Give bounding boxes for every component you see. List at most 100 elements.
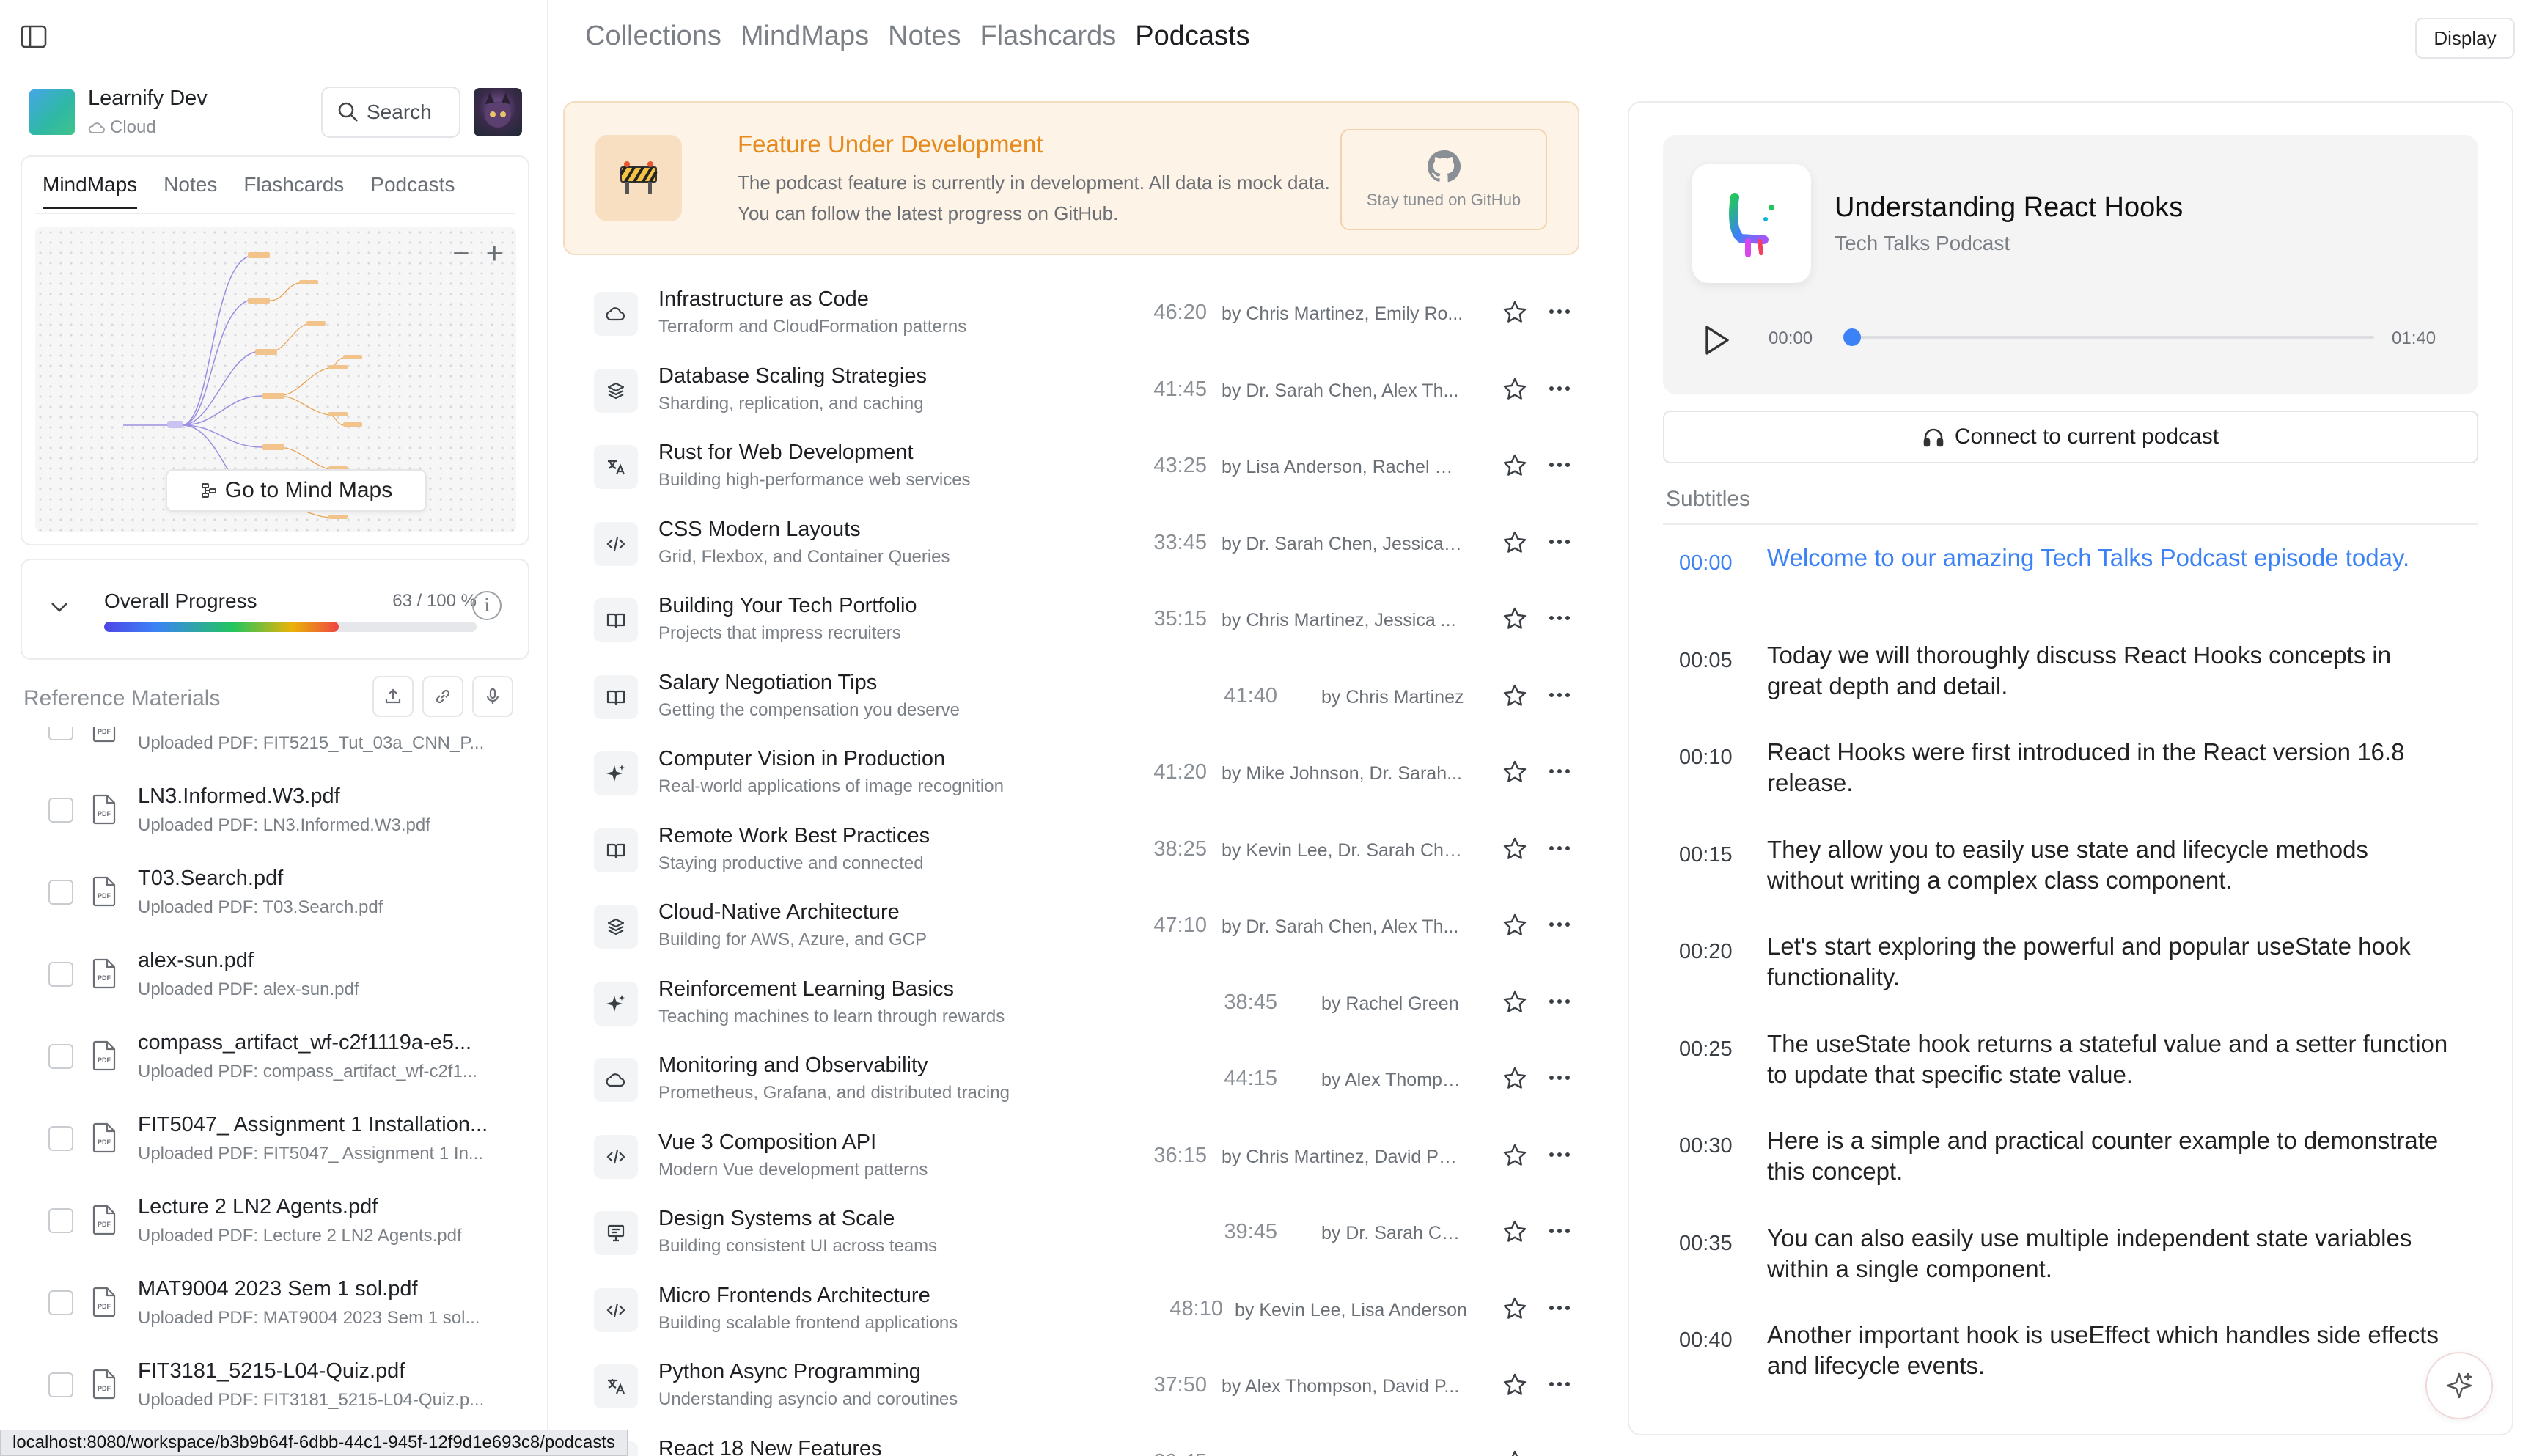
star-icon[interactable] <box>1502 912 1528 938</box>
star-icon[interactable] <box>1502 989 1528 1015</box>
workspace-switcher[interactable]: Learnify Dev Cloud <box>29 87 308 145</box>
github-button[interactable]: Stay tuned on GitHub <box>1340 129 1547 230</box>
podcast-title: Salary Negotiation Tips <box>658 670 878 694</box>
sidebar-tab-flashcards[interactable]: Flashcards <box>243 173 344 209</box>
podcast-row[interactable]: Building Your Tech Portfolio Projects tha… <box>576 582 1571 658</box>
podcast-row[interactable]: Remote Work Best Practices Staying produc… <box>576 812 1571 889</box>
sidebar-tab-podcasts[interactable]: Podcasts <box>370 173 455 209</box>
upload-button[interactable] <box>372 676 414 717</box>
play-icon[interactable] <box>1697 321 1735 359</box>
connect-podcast-button[interactable]: Connect to current podcast <box>1663 411 2478 463</box>
more-icon[interactable] <box>1549 1380 1571 1388</box>
nav-tab-flashcards[interactable]: Flashcards <box>980 21 1116 52</box>
more-icon[interactable] <box>1549 921 1571 928</box>
more-icon[interactable] <box>1549 998 1571 1005</box>
more-icon[interactable] <box>1549 845 1571 852</box>
podcast-row[interactable]: Micro Frontends Architecture Building sca… <box>576 1272 1571 1348</box>
star-icon[interactable] <box>1502 376 1528 402</box>
reference-item[interactable]: PDF LN3.Informed.W3.pdf Uploaded PDF: LN3.… <box>0 774 547 855</box>
reference-item[interactable]: PDF compass_artifact_wf-c2f1119a-e5... Upl… <box>0 1021 547 1101</box>
reference-item[interactable]: PDF FIT5047_ Assignment 1 Installation...… <box>0 1103 547 1183</box>
seek-handle[interactable] <box>1843 328 1861 346</box>
podcast-row[interactable]: Python Async Programming Understanding as… <box>576 1348 1571 1424</box>
search-button[interactable]: Search <box>321 87 460 138</box>
star-icon[interactable] <box>1502 1065 1528 1092</box>
more-icon[interactable] <box>1549 461 1571 468</box>
seek-bar[interactable] <box>1843 328 2374 346</box>
zoom-in-icon[interactable]: + <box>486 238 503 271</box>
sidebar-toggle-icon[interactable] <box>21 25 50 51</box>
podcast-row[interactable]: React 18 New Features 39:45 by Mike Johnso… <box>576 1425 1571 1456</box>
podcast-row[interactable]: Computer Vision in Production Real-world … <box>576 735 1571 812</box>
reference-item[interactable]: PDF Lecture 2 LN2 Agents.pdf Uploaded PDF:… <box>0 1185 547 1265</box>
more-icon[interactable] <box>1549 1151 1571 1158</box>
subtitle-time: 00:25 <box>1679 1037 1733 1061</box>
podcast-row[interactable]: Rust for Web Development Building high-pe… <box>576 429 1571 505</box>
nav-tab-notes[interactable]: Notes <box>888 21 961 52</box>
star-icon[interactable] <box>1502 1218 1528 1245</box>
reference-checkbox[interactable] <box>48 1044 73 1069</box>
reference-item[interactable]: PDF T03.Search.pdf Uploaded PDF: T03.Searc… <box>0 856 547 937</box>
reference-checkbox[interactable] <box>48 1290 73 1315</box>
reference-item[interactable]: PDFFIT5215_Tut_03a_CNN_PyTorch.ip...Uplo… <box>0 727 547 773</box>
avatar[interactable] <box>474 88 522 136</box>
star-icon[interactable] <box>1502 836 1528 862</box>
nav-tab-podcasts[interactable]: Podcasts <box>1135 21 1249 52</box>
nav-tab-collections[interactable]: Collections <box>585 21 721 52</box>
total-time: 01:40 <box>2392 328 2436 348</box>
podcast-title: Rust for Web Development <box>658 441 914 464</box>
reference-checkbox[interactable] <box>48 798 73 823</box>
more-icon[interactable] <box>1549 1304 1571 1312</box>
more-icon[interactable] <box>1549 308 1571 315</box>
reference-checkbox[interactable] <box>48 727 73 740</box>
podcast-row[interactable]: Reinforcement Learning Basics Teaching ma… <box>576 966 1571 1042</box>
reference-checkbox[interactable] <box>48 1372 73 1397</box>
star-icon[interactable] <box>1502 759 1528 785</box>
star-icon[interactable] <box>1502 452 1528 479</box>
record-button[interactable] <box>472 676 513 717</box>
star-icon[interactable] <box>1502 1142 1528 1169</box>
reference-checkbox[interactable] <box>48 880 73 905</box>
podcast-row[interactable]: CSS Modern Layouts Grid, Flexbox, and Con… <box>576 506 1571 582</box>
reference-checkbox[interactable] <box>48 1208 73 1233</box>
chevron-down-icon[interactable] <box>48 600 70 614</box>
mindmap-preview[interactable]: − + Go to Mind Maps <box>35 227 516 532</box>
reference-item[interactable]: PDF alex-sun.pdf Uploaded PDF: alex-sun.pd… <box>0 938 547 1019</box>
reference-item[interactable]: PDF FIT3181_5215-L04-Quiz.pdf Uploaded PDF… <box>0 1349 547 1430</box>
progress-label: Overall Progress <box>104 589 257 612</box>
star-icon[interactable] <box>1502 529 1528 556</box>
podcast-row[interactable]: Vue 3 Composition API Modern Vue developm… <box>576 1119 1571 1195</box>
more-icon[interactable] <box>1549 385 1571 392</box>
sidebar-tab-notes[interactable]: Notes <box>164 173 217 209</box>
nav-tab-mindmaps[interactable]: MindMaps <box>741 21 869 52</box>
star-icon[interactable] <box>1502 299 1528 326</box>
go-to-mindmaps-button[interactable]: Go to Mind Maps <box>166 469 427 512</box>
reference-checkbox[interactable] <box>48 962 73 987</box>
podcast-row[interactable]: Salary Negotiation Tips Getting the compe… <box>576 659 1571 735</box>
ai-assistant-button[interactable] <box>2425 1352 2493 1419</box>
reference-checkbox[interactable] <box>48 1126 73 1151</box>
podcast-row[interactable]: Database Scaling Strategies Sharding, rep… <box>576 353 1571 429</box>
add-link-button[interactable] <box>422 676 463 717</box>
podcast-row[interactable]: Cloud-Native Architecture Building for AW… <box>576 889 1571 965</box>
podcast-duration: 46:20 <box>1153 301 1207 324</box>
podcast-row[interactable]: Monitoring and Observability Prometheus, … <box>576 1042 1571 1118</box>
display-button[interactable]: Display <box>2415 18 2515 59</box>
star-icon[interactable] <box>1502 1372 1528 1398</box>
zoom-out-icon[interactable]: − <box>452 238 469 271</box>
info-icon[interactable]: i <box>472 591 502 620</box>
podcast-row[interactable]: Design Systems at Scale Building consiste… <box>576 1195 1571 1271</box>
more-icon[interactable] <box>1549 614 1571 622</box>
more-icon[interactable] <box>1549 768 1571 775</box>
star-icon[interactable] <box>1502 683 1528 709</box>
star-icon[interactable] <box>1502 606 1528 632</box>
more-icon[interactable] <box>1549 1227 1571 1235</box>
star-icon[interactable] <box>1502 1295 1528 1322</box>
more-icon[interactable] <box>1549 1074 1571 1081</box>
sidebar-tab-mindmaps[interactable]: MindMaps <box>43 173 138 209</box>
star-icon[interactable] <box>1502 1449 1528 1456</box>
podcast-row[interactable]: Infrastructure as Code Terraform and Clou… <box>576 276 1571 352</box>
more-icon[interactable] <box>1549 691 1571 699</box>
more-icon[interactable] <box>1549 538 1571 545</box>
reference-item[interactable]: PDF MAT9004 2023 Sem 1 sol.pdf Uploaded PD… <box>0 1267 547 1347</box>
